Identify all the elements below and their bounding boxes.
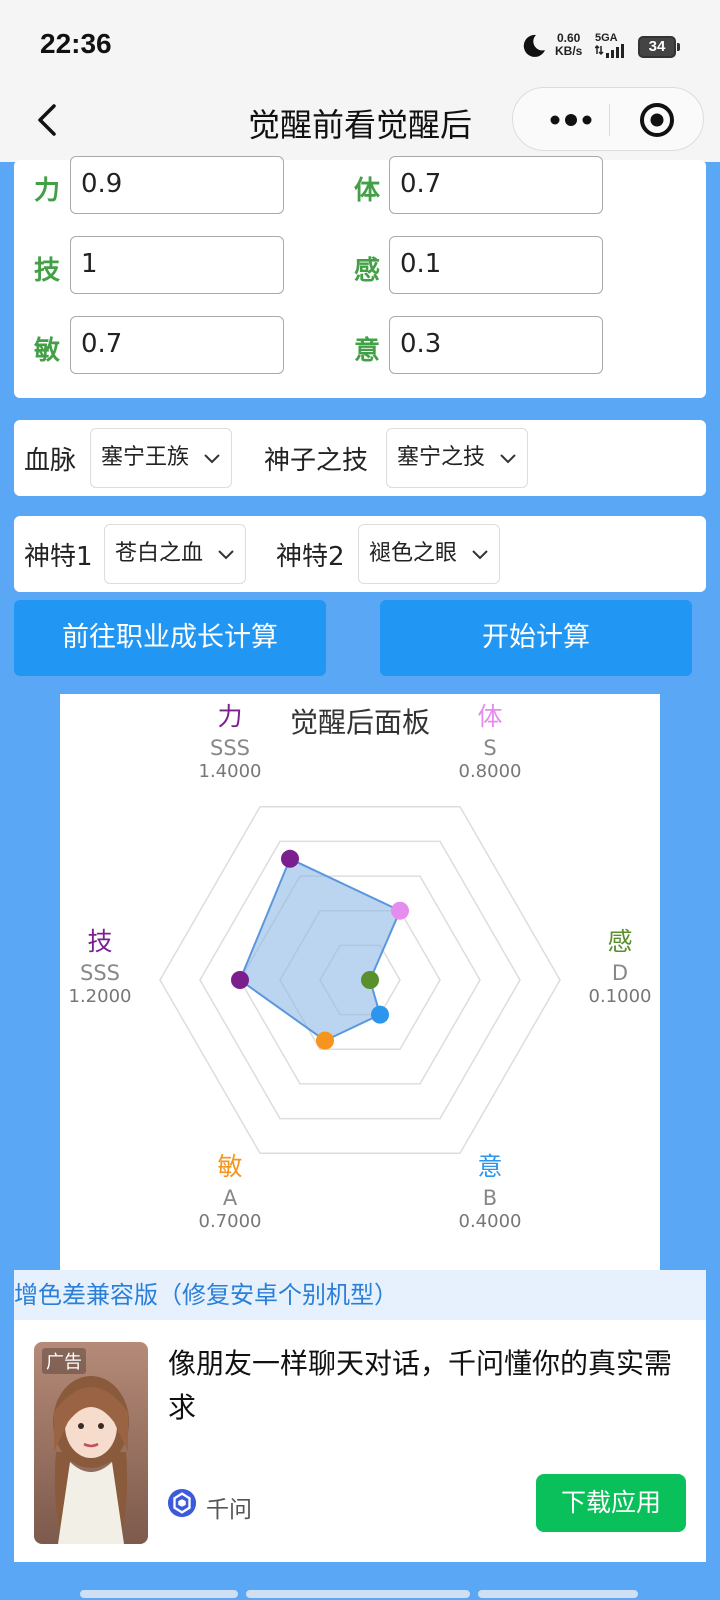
qianwen-logo-icon (167, 1488, 197, 1518)
download-app-button[interactable]: 下载应用 (536, 1474, 686, 1532)
ad-text[interactable]: 像朋友一样聊天对话，千问懂你的真实需求 (168, 1342, 688, 1430)
more-options-icon[interactable] (533, 88, 609, 152)
radar-point-3 (371, 1005, 389, 1024)
radar-chart-panel: 觉醒后面板力 SSS 1.4000 体 S 0.8000 感 D 0.1000 意 B 0.4000 敏… (60, 694, 660, 1270)
axis-label-2: 感 (607, 927, 632, 956)
battery-icon: 34 (638, 36, 680, 58)
axis-grade-3: B (483, 1186, 497, 1210)
axis-grade-4: A (223, 1186, 238, 1210)
stat-input-li[interactable]: 0.9 (70, 156, 284, 214)
moon-icon (523, 34, 545, 57)
radar-point-4 (316, 1031, 334, 1050)
stat-input-ti[interactable]: 0.7 (389, 156, 603, 214)
bottom-bar-segment (80, 1590, 238, 1598)
stat-input-gan[interactable]: 0.1 (389, 236, 603, 294)
radar-point-5 (231, 971, 249, 989)
bloodline-label: 血脉 (24, 446, 77, 476)
axis-label-4: 敏 (217, 1152, 242, 1181)
stat-input-min[interactable]: 0.7 (70, 316, 284, 374)
status-bar: 22:36 0.60 KB/s 5GA 34 (0, 0, 720, 92)
stat-label-yi: 意 (354, 336, 381, 366)
axis-label-3: 意 (477, 1152, 502, 1181)
trait2-select[interactable]: 褪色之眼 (358, 524, 500, 584)
bloodline-select[interactable]: 塞宁王族 (90, 428, 232, 488)
career-growth-button[interactable]: 前往职业成长计算 (14, 600, 326, 676)
radar-point-0 (281, 849, 299, 868)
ad-card[interactable]: 广告 像朋友一样聊天对话，千问懂你的真实需求 千问 下载应用 (14, 1320, 706, 1562)
axis-value-5: 1.2000 (69, 986, 132, 1007)
stats-input-card: 力 0.9 体 0.7 技 1 感 0.1 敏 0.7 意 0.3 (14, 156, 706, 398)
bloodline-row: 血脉 塞宁王族 神子之技 塞宁之技 (14, 420, 706, 496)
traits-row: 神特1 苍白之血 神特2 褪色之眼 (14, 516, 706, 592)
network-speed: 0.60 KB/s (555, 31, 583, 58)
axis-value-3: 0.4000 (459, 1211, 522, 1232)
stat-label-ji: 技 (34, 256, 61, 286)
compat-banner[interactable]: 增色差兼容版（修复安卓个别机型） (14, 1270, 706, 1320)
axis-value-0: 1.4000 (199, 761, 262, 782)
stat-label-ti: 体 (354, 176, 381, 206)
axis-grade-0: SSS (210, 736, 250, 760)
stat-label-gan: 感 (354, 256, 381, 286)
status-time: 22:36 (40, 28, 112, 59)
capsule-divider (609, 104, 610, 136)
bottom-bar-segment (478, 1590, 638, 1598)
signal-icon: 5GA (594, 32, 625, 61)
close-mini-program-icon[interactable] (623, 88, 699, 152)
chevron-down-icon (500, 454, 516, 464)
axis-grade-2: D (612, 961, 628, 985)
stat-label-li: 力 (34, 176, 61, 206)
ad-brand-name: 千问 (206, 1497, 252, 1523)
stat-label-min: 敏 (34, 336, 61, 366)
start-calculation-button[interactable]: 开始计算 (380, 600, 692, 676)
axis-grade-5: SSS (80, 961, 120, 985)
mini-program-capsule (512, 87, 704, 151)
god-skill-label: 神子之技 (264, 446, 369, 476)
stat-input-ji[interactable]: 1 (70, 236, 284, 294)
axis-label-5: 技 (87, 927, 112, 956)
nav-bar: 觉醒前看觉醒后 (0, 80, 720, 162)
bottom-bar-segment (246, 1590, 470, 1598)
stat-input-yi[interactable]: 0.3 (389, 316, 603, 374)
axis-value-4: 0.7000 (199, 1211, 262, 1232)
axis-value-2: 0.1000 (589, 986, 652, 1007)
axis-label-1: 体 (477, 702, 502, 731)
radar-point-1 (391, 901, 409, 920)
radar-point-2 (361, 971, 379, 989)
axis-label-0: 力 (217, 702, 242, 731)
axis-grade-1: S (483, 736, 496, 760)
chevron-down-icon (218, 550, 234, 560)
trait1-select[interactable]: 苍白之血 (104, 524, 246, 584)
chevron-down-icon (472, 550, 488, 560)
ad-tag[interactable]: 广告 (42, 1348, 86, 1374)
chart-title: 觉醒后面板 (290, 706, 430, 739)
ad-image[interactable]: 广告 (34, 1342, 148, 1544)
god-skill-select[interactable]: 塞宁之技 (386, 428, 528, 488)
axis-value-1: 0.8000 (459, 761, 522, 782)
chevron-down-icon (204, 454, 220, 464)
radar-chart: 觉醒后面板力SSS1.4000体S0.8000感D0.1000意B0.4000敏… (69, 702, 652, 1232)
trait1-label: 神特1 (24, 542, 93, 572)
trait2-label: 神特2 (276, 542, 345, 572)
